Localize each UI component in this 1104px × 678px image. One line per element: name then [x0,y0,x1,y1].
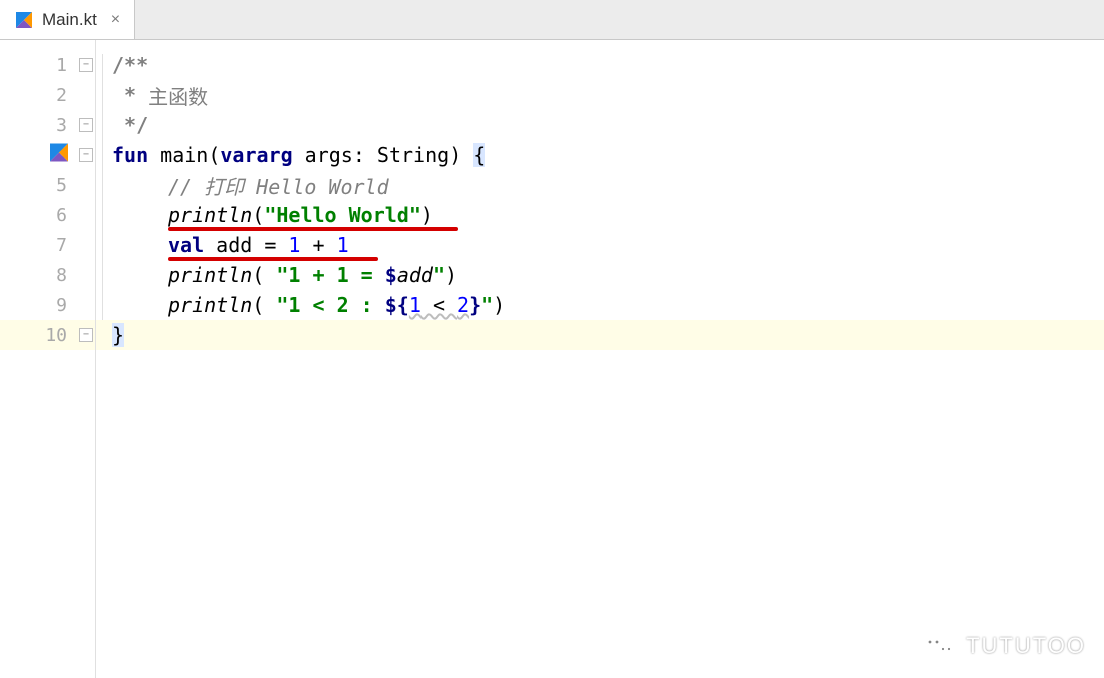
tab-bar: Main.kt × [0,0,1104,40]
code-line[interactable]: println( "1 < 2 : ${1 < 2}") [96,290,1104,320]
line-number: 9 [0,290,95,320]
line-number: 10 − [0,320,95,350]
code-line[interactable]: println( "1 + 1 = $add") [96,260,1104,290]
line-number: 3 − [0,110,95,140]
close-icon[interactable]: × [111,11,120,29]
line-number: 2 [0,80,95,110]
code-line[interactable]: fun main(vararg args: String) { [96,140,1104,170]
fold-close-icon[interactable]: − [79,118,93,132]
line-number: 4 − [0,140,95,170]
code-area[interactable]: /** * 主函数 */ fun main(vararg args: Strin… [96,40,1104,678]
line-number: 5 [0,170,95,200]
fold-open-icon[interactable]: − [79,148,93,162]
watermark-text: TUTUTOO [966,633,1086,659]
line-number: 8 [0,260,95,290]
fold-open-icon[interactable]: − [79,58,93,72]
code-line[interactable]: /** [96,50,1104,80]
editor: 1 − 2 3 − 4 − 5 6 7 8 9 10 − /** [0,40,1104,678]
gutter: 1 − 2 3 − 4 − 5 6 7 8 9 10 − [0,40,96,678]
file-tab-main-kt[interactable]: Main.kt × [0,0,135,39]
code-line[interactable]: val add = 1 + 1 [96,230,1104,260]
line-number: 1 − [0,50,95,80]
code-line[interactable]: } [96,320,1104,350]
code-line[interactable]: * 主函数 [96,80,1104,110]
code-line[interactable]: println("Hello World") [96,200,1104,230]
watermark: TUTUTOO [922,632,1086,660]
wechat-icon [922,632,956,660]
fold-close-icon[interactable]: − [79,328,93,342]
kotlin-file-icon [14,10,34,30]
code-line[interactable]: // 打印 Hello World [96,170,1104,200]
kotlin-run-icon[interactable] [50,144,68,167]
tab-label: Main.kt [42,10,97,30]
line-number: 6 [0,200,95,230]
code-line[interactable]: */ [96,110,1104,140]
line-number: 7 [0,230,95,260]
